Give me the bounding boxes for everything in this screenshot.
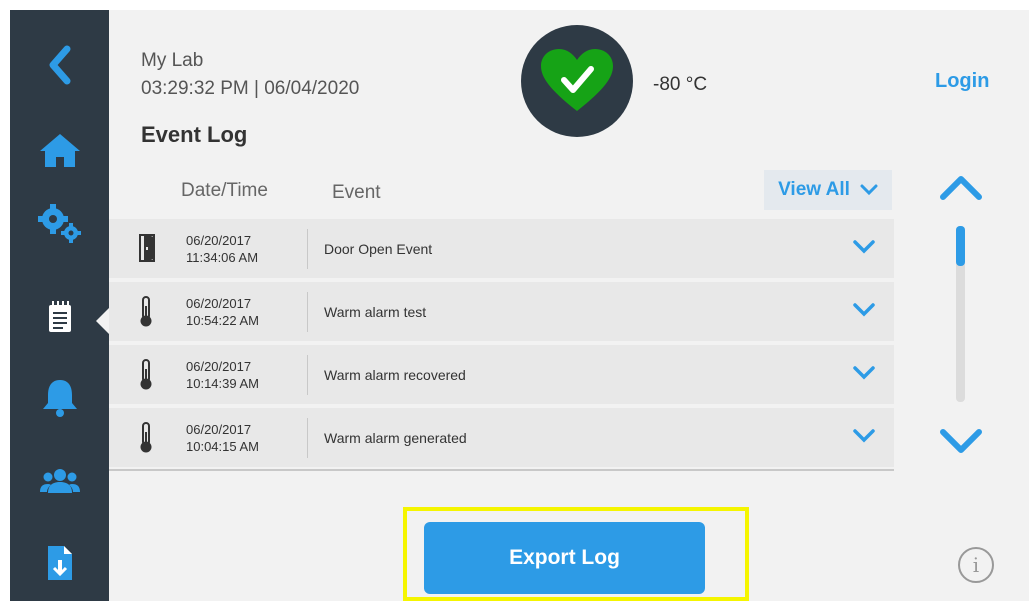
gears-icon bbox=[37, 204, 81, 243]
row-expand-button[interactable] bbox=[853, 429, 875, 448]
row-date: 06/20/2017 bbox=[186, 233, 252, 248]
row-date: 06/20/2017 bbox=[186, 422, 252, 437]
export-log-label: Export Log bbox=[509, 546, 620, 569]
bell-icon bbox=[42, 380, 77, 417]
file-download-icon bbox=[47, 546, 72, 580]
nav-home[interactable] bbox=[10, 125, 109, 175]
info-button[interactable]: i bbox=[958, 547, 994, 583]
active-nav-indicator bbox=[96, 308, 109, 334]
table-row[interactable]: 06/20/2017 10:54:22 AM Warm alarm test bbox=[109, 282, 894, 341]
column-header-datetime: Date/Time bbox=[181, 180, 268, 201]
row-expand-button[interactable] bbox=[853, 366, 875, 385]
row-time: 10:14:39 AM bbox=[186, 376, 259, 391]
list-divider bbox=[109, 469, 894, 471]
chevron-down-icon bbox=[860, 184, 878, 196]
table-row[interactable]: 06/20/2017 11:34:06 AM Door Open Event bbox=[109, 219, 894, 278]
info-icon: i bbox=[972, 553, 980, 577]
table-row[interactable]: 06/20/2017 10:14:39 AM Warm alarm recove… bbox=[109, 345, 894, 404]
nav-settings[interactable] bbox=[10, 198, 109, 248]
row-event: Door Open Event bbox=[324, 241, 433, 257]
current-datetime: 03:29:32 PM | 06/04/2020 bbox=[141, 78, 360, 99]
lab-name: My Lab bbox=[141, 50, 204, 71]
table-row[interactable]: 06/20/2017 10:04:15 AM Warm alarm genera… bbox=[109, 408, 894, 467]
nav-alarms[interactable] bbox=[10, 372, 109, 422]
nav-event-log[interactable] bbox=[10, 292, 109, 342]
chevron-down-icon bbox=[853, 303, 875, 317]
row-divider bbox=[307, 292, 308, 332]
scroll-down-button[interactable] bbox=[939, 428, 983, 461]
home-icon bbox=[39, 134, 80, 167]
row-event: Warm alarm generated bbox=[324, 430, 467, 446]
heart-check-icon bbox=[541, 49, 613, 111]
thermometer-icon bbox=[140, 359, 152, 390]
view-all-filter[interactable]: View All bbox=[764, 170, 892, 210]
main-panel: My Lab 03:29:32 PM | 06/04/2020 Event Lo… bbox=[109, 10, 1029, 601]
notepad-icon bbox=[48, 301, 71, 332]
row-expand-button[interactable] bbox=[853, 240, 875, 259]
chevron-down-icon bbox=[853, 429, 875, 443]
row-divider bbox=[307, 418, 308, 458]
row-event: Warm alarm test bbox=[324, 304, 427, 320]
row-date: 06/20/2017 bbox=[186, 296, 252, 311]
chevron-left-icon bbox=[49, 45, 70, 85]
row-event: Warm alarm recovered bbox=[324, 367, 466, 383]
column-header-event: Event bbox=[332, 182, 381, 203]
nav-users[interactable] bbox=[10, 456, 109, 506]
export-log-button[interactable]: Export Log bbox=[424, 522, 705, 594]
scroll-up-button[interactable] bbox=[939, 173, 983, 206]
thermometer-icon bbox=[140, 296, 152, 327]
row-time: 11:34:06 AM bbox=[186, 250, 259, 265]
row-expand-button[interactable] bbox=[853, 303, 875, 322]
row-time: 10:54:22 AM bbox=[186, 313, 259, 328]
chevron-down-icon bbox=[853, 240, 875, 254]
scrollbar-thumb[interactable] bbox=[956, 226, 965, 266]
nav-download[interactable] bbox=[10, 538, 109, 588]
row-divider bbox=[307, 355, 308, 395]
users-icon bbox=[39, 469, 80, 493]
status-indicator bbox=[521, 25, 633, 137]
row-date: 06/20/2017 bbox=[186, 359, 252, 374]
sidebar bbox=[10, 10, 109, 601]
temperature-readout: -80 °C bbox=[653, 74, 708, 95]
row-time: 10:04:15 AM bbox=[186, 439, 259, 454]
thermometer-icon bbox=[140, 422, 152, 453]
view-all-label: View All bbox=[778, 179, 850, 200]
chevron-up-icon bbox=[940, 176, 982, 200]
chevron-down-icon bbox=[853, 366, 875, 380]
row-divider bbox=[307, 229, 308, 269]
door-icon bbox=[139, 234, 155, 262]
chevron-down-icon bbox=[940, 429, 982, 453]
page-title: Event Log bbox=[141, 122, 248, 147]
back-button[interactable] bbox=[10, 40, 109, 90]
login-link[interactable]: Login bbox=[935, 70, 989, 93]
